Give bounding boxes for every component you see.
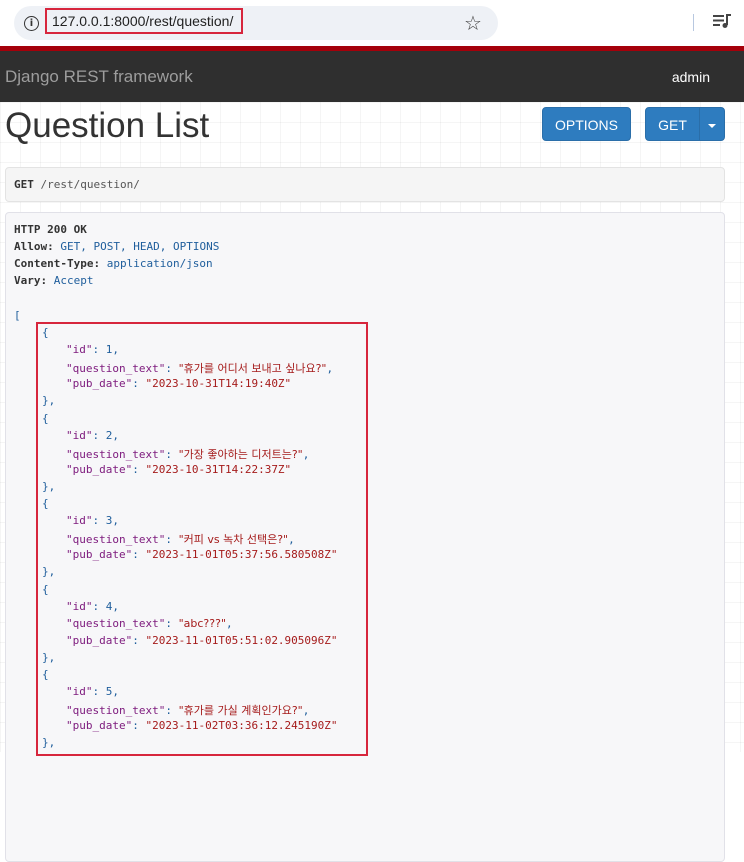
- header-key: Vary:: [14, 274, 48, 287]
- header-key: Content-Type:: [14, 257, 101, 270]
- status-line: HTTP 200 OK: [14, 223, 87, 236]
- json-field-pub-date: "pub_date": "2023-11-02T03:36:12.245190Z…: [66, 719, 338, 733]
- item-question-text: "휴가를 어디서 보내고 싶나요?": [178, 362, 327, 376]
- json-open-brace: {: [42, 668, 49, 681]
- item-question-text: "휴가를 가실 계획인가요?": [178, 704, 303, 718]
- navbar: Django REST framework admin: [0, 51, 744, 102]
- star-icon[interactable]: ☆: [464, 11, 482, 35]
- item-question-text: "가장 좋아하는 디저트는?": [178, 447, 303, 461]
- user-menu[interactable]: admin: [672, 69, 710, 85]
- json-field-pub-date: "pub_date": "2023-11-01T05:51:02.905096Z…: [66, 633, 338, 647]
- json-field-question-text: "question_text": "휴가를 가실 계획인가요?",: [66, 704, 310, 718]
- header-line: Content-Type: application/json: [14, 257, 213, 270]
- json-close-brace: },: [42, 394, 56, 408]
- json-field-id: "id": 5,: [66, 685, 119, 699]
- item-pub-date: "2023-11-01T05:37:56.580508Z": [145, 548, 338, 562]
- json-field-question-text: "question_text": "가장 좋아하는 디저트는?",: [66, 447, 310, 461]
- request-method: GET: [14, 178, 34, 191]
- page-title: Question List: [5, 106, 210, 145]
- get-button[interactable]: GET: [645, 107, 700, 141]
- request-path: /rest/question/: [40, 178, 140, 191]
- header-line: Vary: Accept: [14, 274, 94, 287]
- json-close-brace: },: [42, 479, 56, 493]
- json-field-id: "id": 2,: [66, 428, 119, 442]
- options-button[interactable]: OPTIONS: [542, 107, 631, 141]
- main-content: Question List OPTIONS GET GET /rest/ques…: [0, 102, 744, 862]
- json-field-question-text: "question_text": "abc???",: [66, 616, 233, 630]
- request-info: GET /rest/question/: [5, 167, 725, 202]
- json-field-id: "id": 1,: [66, 343, 119, 357]
- url-text[interactable]: 127.0.0.1:8000/rest/question/: [45, 8, 243, 34]
- item-pub-date: "2023-11-02T03:36:12.245190Z": [145, 719, 338, 733]
- response-info: HTTP 200 OK Allow: GET, POST, HEAD, OPTI…: [5, 212, 725, 862]
- json-field-pub-date: "pub_date": "2023-10-31T14:19:40Z": [66, 377, 292, 391]
- json-field-pub-date: "pub_date": "2023-11-01T05:37:56.580508Z…: [66, 548, 338, 562]
- json-highlight-box: { "id": 1, "question_text": "휴가를 어디서 보내고 싶…: [36, 322, 368, 756]
- json-field-id: "id": 4,: [66, 599, 119, 613]
- header-line: Allow: GET, POST, HEAD, OPTIONS: [14, 240, 219, 253]
- header-value: Accept: [53, 274, 94, 287]
- item-question-text: "커피 vs 녹차 선택은?": [178, 533, 289, 547]
- json-open-brace: {: [42, 326, 49, 339]
- json-open-brace: {: [42, 411, 49, 425]
- browser-toolbar: i 127.0.0.1:8000/rest/question/ ☆: [0, 0, 744, 46]
- header-key: Allow:: [14, 240, 54, 253]
- json-field-question-text: "question_text": "휴가를 어디서 보내고 싶나요?",: [66, 362, 334, 376]
- json-close-brace: },: [42, 736, 56, 750]
- header-value: GET, POST, HEAD, OPTIONS: [60, 240, 220, 253]
- item-question-text: "abc???": [178, 616, 226, 630]
- json-field-pub-date: "pub_date": "2023-10-31T14:22:37Z": [66, 462, 292, 476]
- json-field-id: "id": 3,: [66, 514, 119, 528]
- item-pub-date: "2023-11-01T05:51:02.905096Z": [145, 633, 338, 647]
- json-open-brace: {: [42, 497, 49, 510]
- json-open-brace: {: [42, 582, 49, 596]
- address-bar[interactable]: i 127.0.0.1:8000/rest/question/ ☆: [14, 6, 498, 40]
- json-close-brace: },: [42, 650, 56, 664]
- json-open-bracket: [: [14, 309, 21, 322]
- item-pub-date: "2023-10-31T14:19:40Z": [145, 377, 292, 391]
- caret-down-icon: [708, 124, 716, 129]
- brand-link[interactable]: Django REST framework: [5, 67, 193, 87]
- toolbar-divider: [693, 14, 694, 31]
- playlist-icon[interactable]: [712, 11, 732, 31]
- item-pub-date: "2023-10-31T14:22:37Z": [145, 462, 292, 476]
- site-info-icon[interactable]: i: [24, 16, 39, 31]
- get-format-dropdown[interactable]: [699, 107, 725, 141]
- status-text: HTTP 200 OK: [14, 223, 87, 236]
- json-close-brace: },: [42, 565, 56, 579]
- json-field-question-text: "question_text": "커피 vs 녹차 선택은?",: [66, 533, 295, 547]
- header-value: application/json: [106, 257, 213, 270]
